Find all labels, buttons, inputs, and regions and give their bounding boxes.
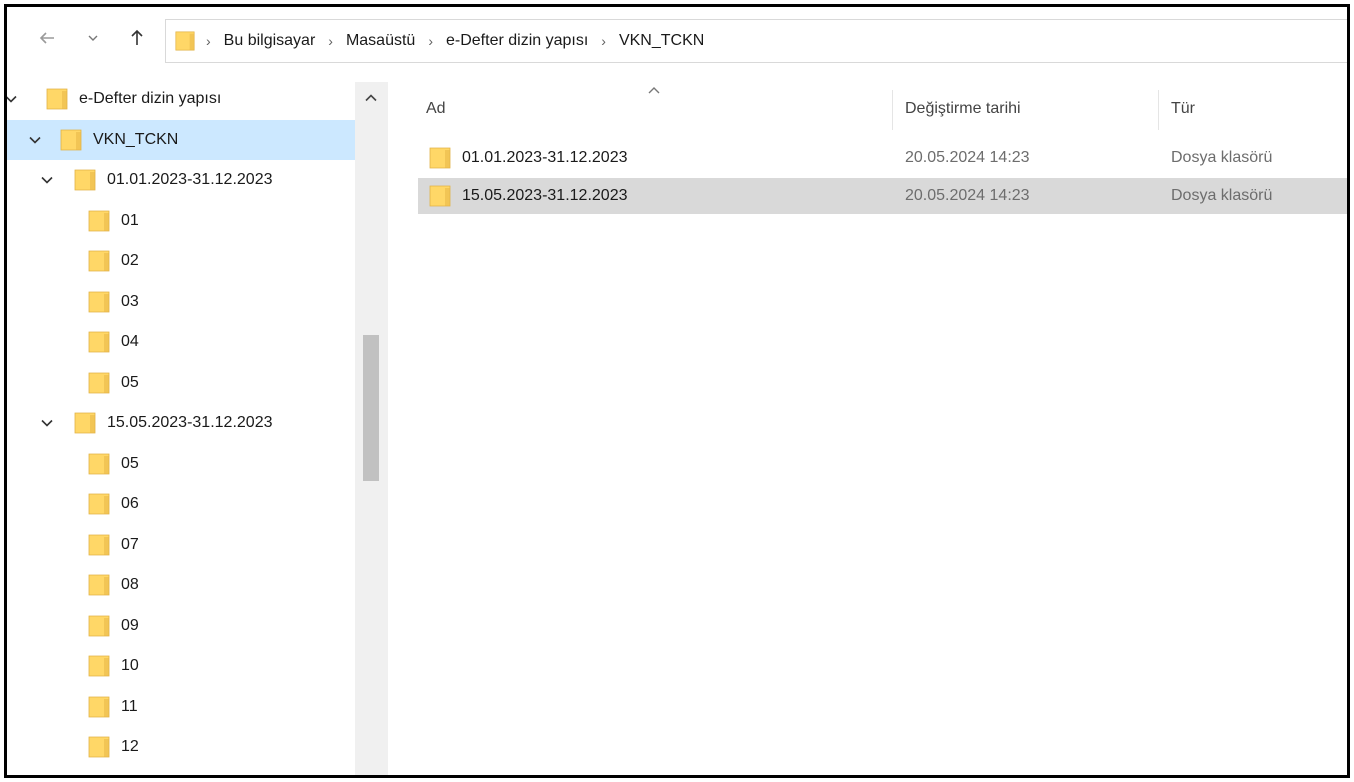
folder-icon bbox=[428, 184, 452, 208]
up-button[interactable] bbox=[126, 25, 148, 51]
nav-tree-item[interactable]: 10 bbox=[7, 646, 355, 686]
chevron-down-icon[interactable] bbox=[39, 415, 55, 431]
nav-tree-label: 03 bbox=[121, 292, 139, 310]
nav-tree-label: 01 bbox=[121, 211, 139, 229]
nav-tree-item[interactable]: 01.01.2023-31.12.2023 bbox=[7, 160, 355, 200]
column-header-type[interactable]: Tür bbox=[1171, 97, 1195, 121]
folder-icon bbox=[87, 614, 111, 638]
nav-tree-item[interactable]: 15.05.2023-31.12.2023 bbox=[7, 403, 355, 443]
sort-ascending-icon bbox=[648, 87, 660, 94]
nav-tree-label: 07 bbox=[121, 535, 139, 553]
folder-icon bbox=[87, 735, 111, 759]
nav-tree-label: 09 bbox=[121, 616, 139, 634]
recent-locations-button[interactable] bbox=[85, 25, 101, 51]
folder-icon bbox=[73, 411, 97, 435]
nav-tree-item[interactable]: 03 bbox=[7, 282, 355, 322]
file-type: Dosya klasörü bbox=[1171, 187, 1273, 204]
nav-tree-label: 12 bbox=[121, 738, 139, 755]
breadcrumb-separator[interactable]: › bbox=[206, 33, 211, 49]
breadcrumb[interactable]: › Bu bilgisayar › Masaüstü › e-Defter di… bbox=[165, 19, 1347, 63]
column-divider[interactable] bbox=[892, 90, 893, 130]
column-header-name[interactable]: Ad bbox=[426, 97, 446, 121]
file-explorer-window: › Bu bilgisayar › Masaüstü › e-Defter di… bbox=[4, 4, 1350, 778]
chevron-down-icon[interactable] bbox=[4, 91, 19, 107]
folder-icon bbox=[87, 695, 111, 719]
column-divider[interactable] bbox=[1158, 90, 1159, 130]
folder-icon bbox=[73, 168, 97, 192]
nav-tree-label: 02 bbox=[121, 252, 139, 269]
folder-icon bbox=[174, 30, 196, 52]
folder-icon bbox=[87, 330, 111, 354]
nav-tree-item[interactable]: VKN_TCKN bbox=[7, 119, 355, 160]
nav-tree-label: 15.05.2023-31.12.2023 bbox=[107, 414, 273, 431]
breadcrumb-separator[interactable]: › bbox=[601, 33, 606, 49]
nav-tree-item[interactable]: 07 bbox=[7, 525, 355, 565]
nav-tree-item[interactable]: 08 bbox=[7, 565, 355, 605]
folder-icon bbox=[87, 573, 111, 597]
file-list-pane: Ad Değiştirme tarihi Tür 01.01.2023-31.1… bbox=[388, 82, 1347, 775]
nav-tree-label: e-Defter dizin yapısı bbox=[79, 90, 222, 107]
scrollbar-thumb[interactable] bbox=[363, 335, 379, 481]
table-row[interactable]: 01.01.2023-31.12.2023 20.05.2024 14:23 Dos… bbox=[418, 140, 1347, 176]
folder-icon bbox=[59, 128, 83, 152]
nav-tree-item[interactable]: e-Defter dizin yapısı bbox=[7, 79, 355, 119]
address-bar: › Bu bilgisayar › Masaüstü › e-Defter di… bbox=[7, 7, 1347, 67]
folder-icon bbox=[87, 452, 111, 476]
breadcrumb-item-edefter[interactable]: e-Defter dizin yapısı bbox=[446, 32, 588, 50]
arrow-up-icon bbox=[131, 29, 143, 45]
back-button[interactable] bbox=[35, 25, 59, 51]
folder-icon bbox=[87, 533, 111, 557]
file-name: 01.01.2023-31.12.2023 bbox=[462, 149, 628, 166]
nav-tree-item[interactable]: 09 bbox=[7, 606, 355, 646]
nav-tree-label: VKN_TCKN bbox=[93, 130, 179, 148]
arrow-left-icon bbox=[39, 32, 54, 44]
nav-tree-label: 11 bbox=[121, 697, 138, 715]
navigation-pane: e-Defter dizin yapısı VKN_TCKN 01.01.2023-… bbox=[7, 79, 388, 775]
folder-icon bbox=[45, 87, 69, 111]
breadcrumb-separator[interactable]: › bbox=[328, 33, 333, 49]
file-modified-date: 20.05.2024 14:23 bbox=[905, 149, 1030, 166]
nav-tree-label: 10 bbox=[121, 657, 139, 674]
nav-tree-item[interactable]: 05 bbox=[7, 363, 355, 403]
nav-tree-item[interactable]: 04 bbox=[7, 322, 355, 362]
nav-tree-item[interactable]: 05 bbox=[7, 444, 355, 484]
nav-tree-item[interactable]: 12 bbox=[7, 727, 355, 767]
nav-tree-item[interactable]: 11 bbox=[7, 687, 355, 727]
chevron-up-icon[interactable] bbox=[363, 90, 379, 106]
folder-icon bbox=[87, 249, 111, 273]
nav-tree-label: 06 bbox=[121, 495, 139, 512]
file-type: Dosya klasörü bbox=[1171, 149, 1273, 166]
nav-tree-label: 01.01.2023-31.12.2023 bbox=[107, 171, 273, 188]
breadcrumb-item-this-pc[interactable]: Bu bilgisayar bbox=[224, 32, 316, 50]
breadcrumb-item-desktop[interactable]: Masaüstü bbox=[346, 32, 415, 50]
folder-icon bbox=[87, 492, 111, 516]
nav-tree-label: 08 bbox=[121, 576, 139, 593]
nav-scrollbar[interactable] bbox=[355, 82, 388, 775]
nav-tree-label: 04 bbox=[121, 333, 139, 350]
file-modified-date: 20.05.2024 14:23 bbox=[905, 187, 1030, 204]
nav-tree-label: 05 bbox=[121, 454, 139, 472]
nav-tree-item[interactable]: 01 bbox=[7, 201, 355, 241]
nav-tree-item[interactable]: 02 bbox=[7, 241, 355, 281]
folder-icon bbox=[87, 371, 111, 395]
folder-icon bbox=[87, 209, 111, 233]
folder-icon bbox=[87, 290, 111, 314]
nav-tree-label: 05 bbox=[121, 373, 139, 391]
table-row[interactable]: 15.05.2023-31.12.2023 20.05.2024 14:23 Dos… bbox=[418, 178, 1347, 214]
folder-icon bbox=[428, 146, 452, 170]
chevron-down-icon[interactable] bbox=[39, 172, 55, 188]
folder-icon bbox=[87, 654, 111, 678]
breadcrumb-separator[interactable]: › bbox=[428, 33, 433, 49]
nav-tree-item[interactable]: 06 bbox=[7, 484, 355, 524]
file-name: 15.05.2023-31.12.2023 bbox=[462, 187, 628, 204]
chevron-down-icon[interactable] bbox=[27, 132, 43, 148]
chevron-down-icon bbox=[88, 35, 98, 41]
breadcrumb-item-vkn[interactable]: VKN_TCKN bbox=[619, 32, 704, 50]
column-header-modified[interactable]: Değiştirme tarihi bbox=[905, 97, 1021, 121]
